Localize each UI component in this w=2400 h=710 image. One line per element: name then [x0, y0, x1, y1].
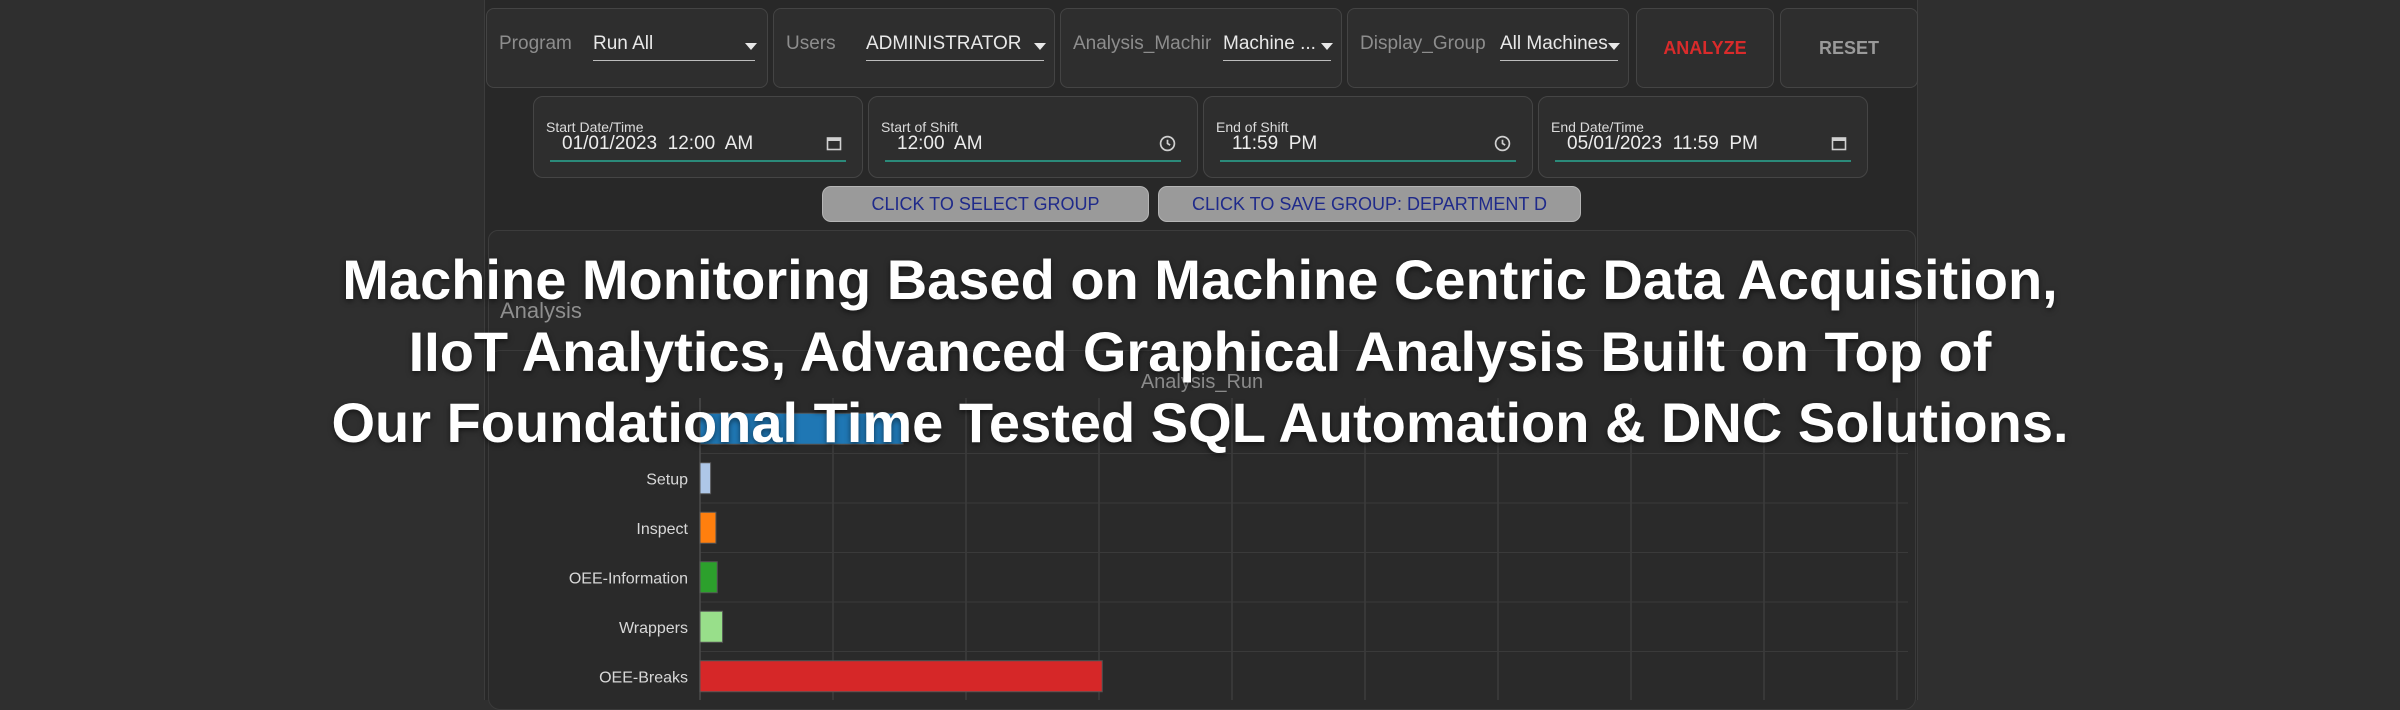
category-label: Setup — [646, 471, 688, 488]
category-label: OEE-Breaks — [599, 669, 688, 686]
category-label: Inspect — [636, 521, 688, 538]
bar-oee-breaks — [699, 660, 1103, 693]
bar-wrappers — [699, 610, 724, 643]
banner-line-2: IIoT Analytics, Advanced Graphical Analy… — [408, 320, 1992, 383]
bar-inspect — [699, 511, 717, 544]
banner-line-1: Machine Monitoring Based on Machine Cent… — [342, 248, 2058, 311]
category-label: OEE-Information — [569, 570, 688, 587]
bar-setup — [699, 462, 712, 495]
bar-oee-information — [699, 561, 718, 594]
category-label: Wrappers — [619, 620, 688, 637]
banner-line-3: Our Foundational Time Tested SQL Automat… — [331, 391, 2069, 454]
